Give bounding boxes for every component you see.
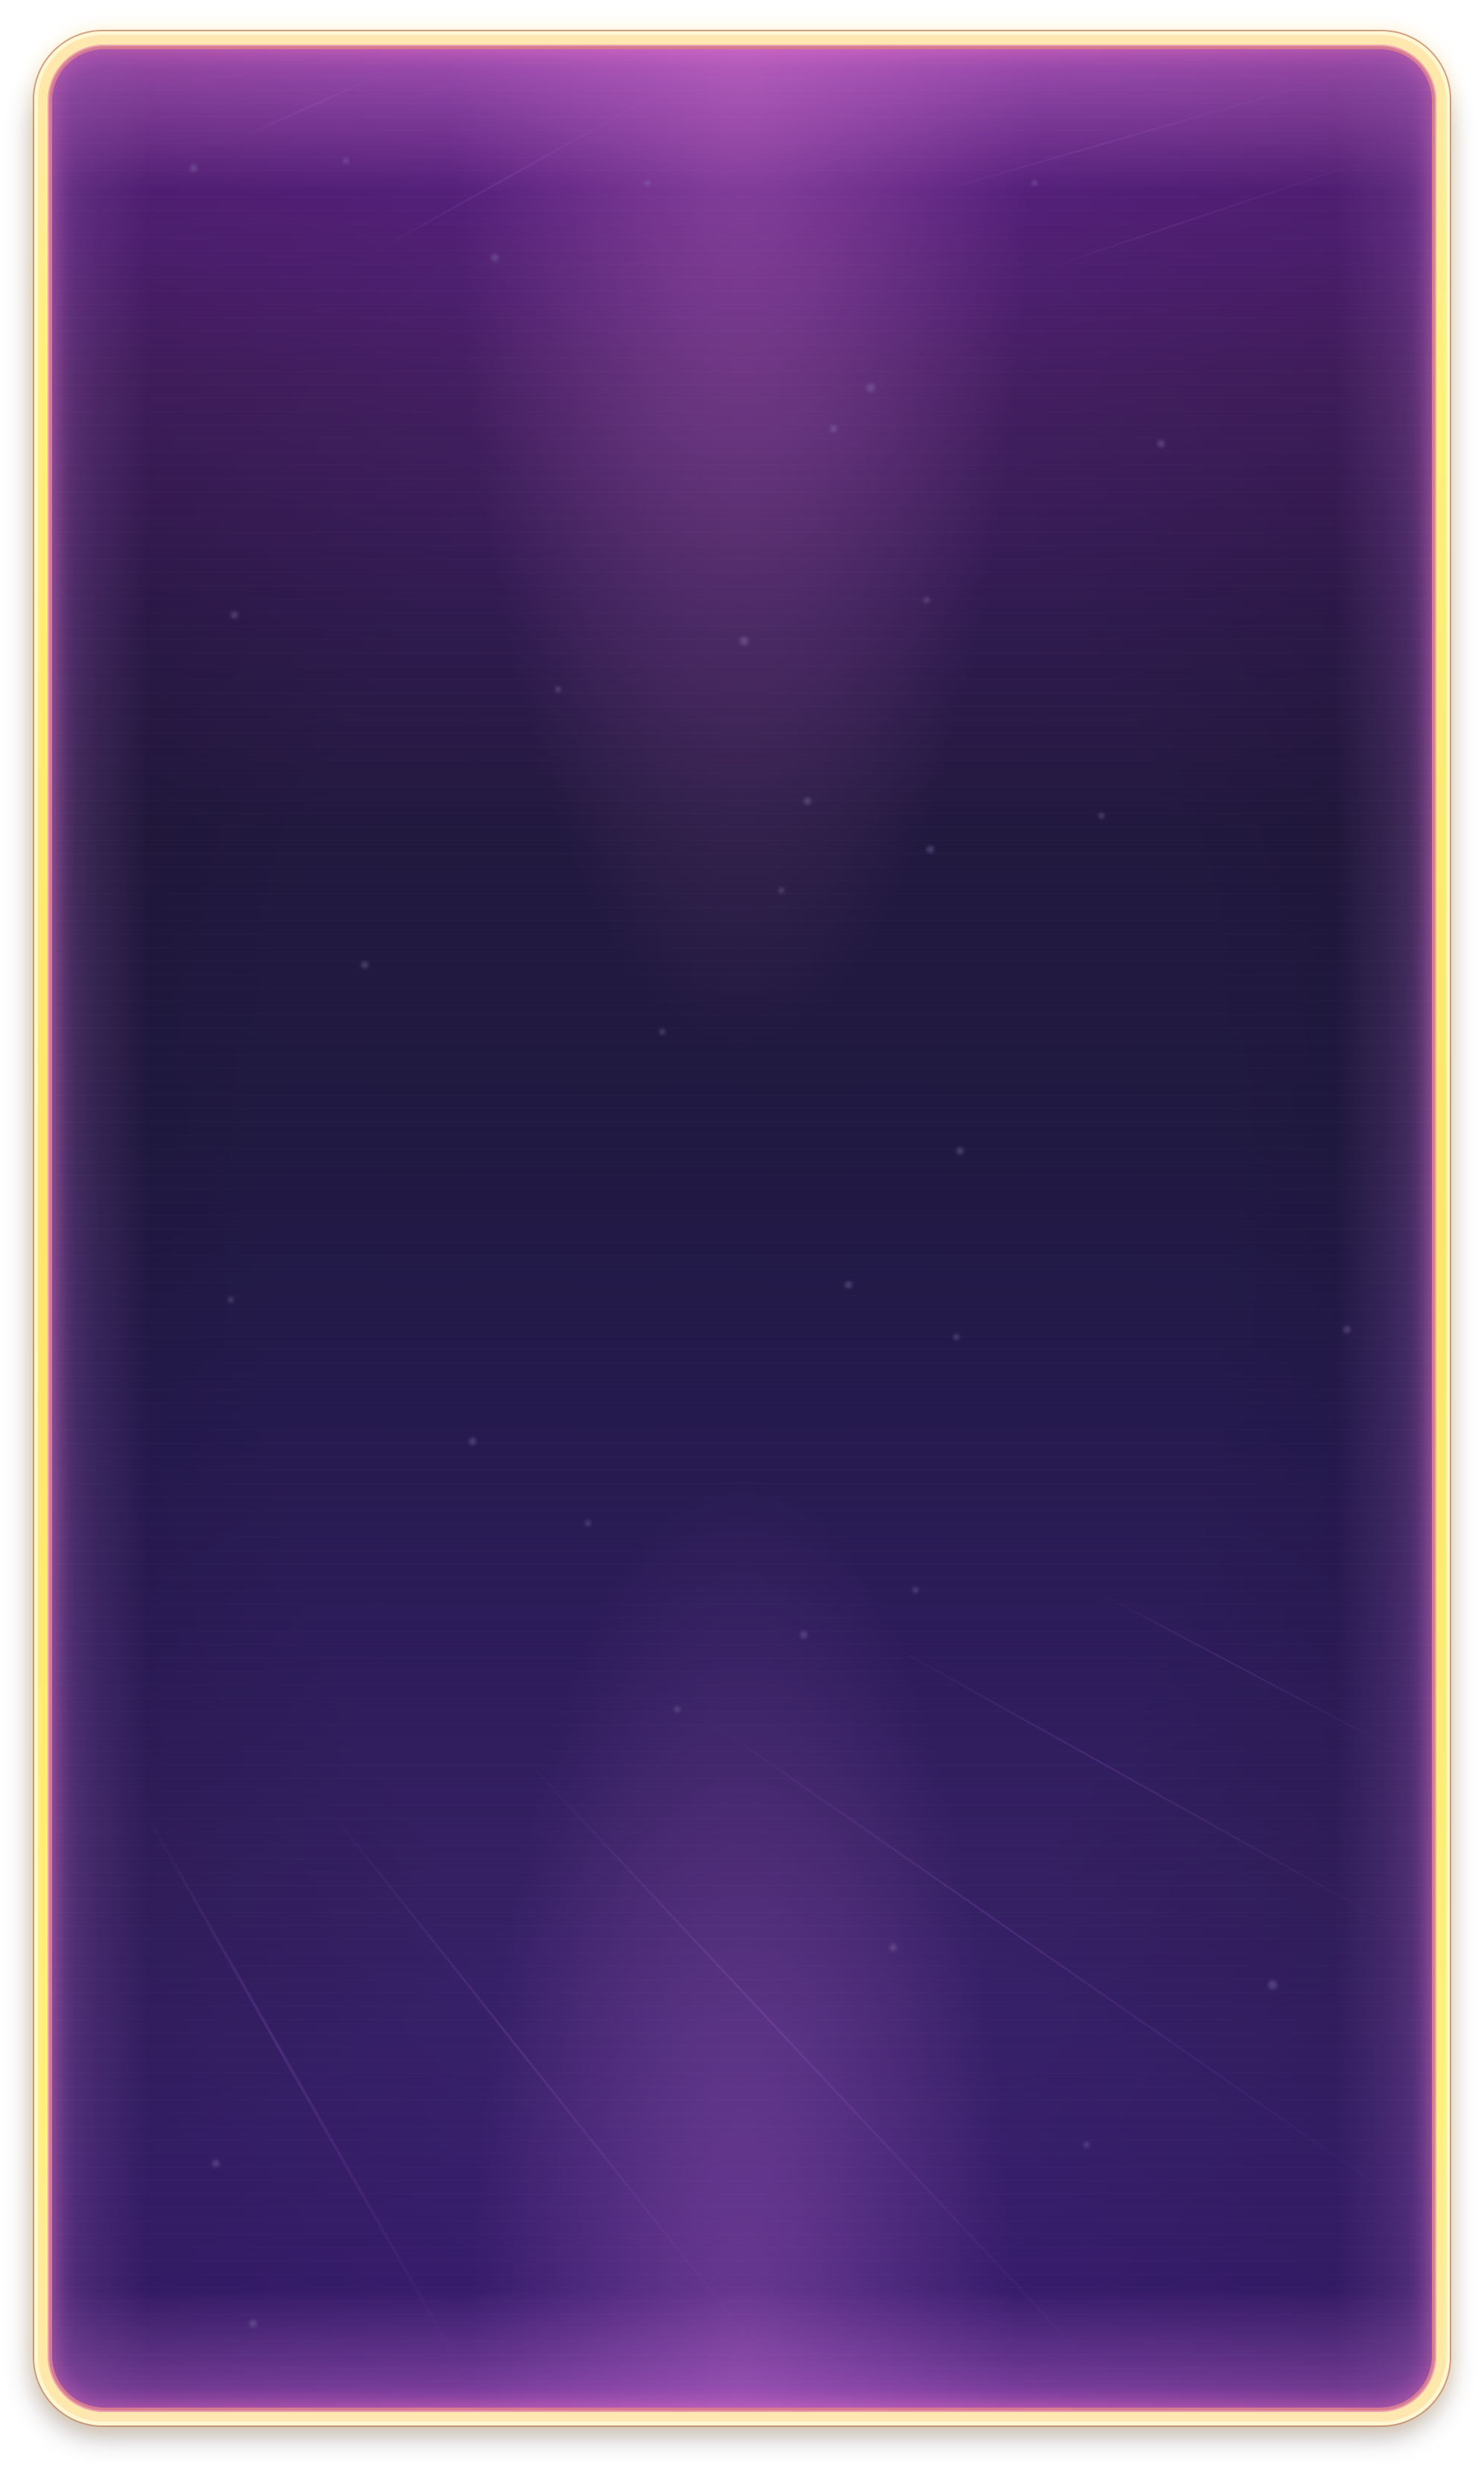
card-panel <box>52 49 1432 2408</box>
top-rays <box>237 49 1432 273</box>
screen-root: empty-card-panel blank <box>0 0 1484 2485</box>
bottom-rays <box>140 1589 1432 2408</box>
card-frame <box>34 31 1450 2425</box>
star-particles <box>190 158 1351 2327</box>
background-decor <box>140 49 1432 2408</box>
inner-border <box>48 45 1436 2412</box>
